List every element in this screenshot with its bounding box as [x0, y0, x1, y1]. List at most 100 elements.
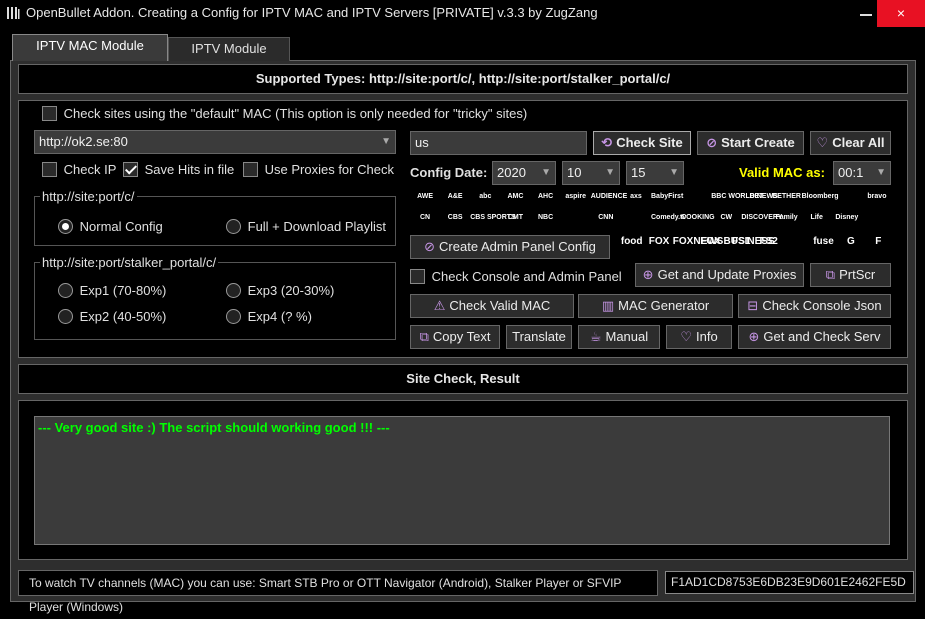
prtscr-button[interactable]: ⧉ PrtScr — [810, 263, 891, 287]
channel-logo: Comedy.tv — [651, 214, 687, 221]
channel-logo: CN — [420, 214, 431, 221]
chevron-down-icon: ▼ — [669, 167, 679, 178]
close-button[interactable]: × — [877, 0, 925, 27]
exp3-radio-dot[interactable] — [226, 283, 241, 298]
channel-logo: A&E — [447, 193, 463, 200]
channel-logo: BabyFirst — [651, 193, 684, 200]
channel-logo: FS1 — [732, 236, 751, 247]
use-proxies-label: Use Proxies for Check — [264, 162, 394, 177]
copy-text-label: Copy Text — [432, 329, 491, 344]
full-download-radio[interactable]: Full + Download Playlist — [226, 219, 386, 234]
channel-logo: COOKING — [681, 214, 715, 221]
chevron-down-icon: ▼ — [541, 167, 551, 178]
day-select[interactable]: 15 ▼ — [626, 161, 684, 185]
create-admin-panel-config-button[interactable]: ⊘ Create Admin Panel Config — [410, 235, 610, 259]
normal-config-label: Normal Config — [79, 219, 163, 234]
exp1-radio-dot[interactable] — [58, 283, 73, 298]
start-create-button[interactable]: ⊘ Start Create — [697, 131, 804, 155]
channel-logo: Bloomberg — [801, 193, 839, 200]
exp2-radio[interactable]: Exp2 (40-50%) — [58, 309, 166, 324]
default-mac-check-box[interactable] — [42, 106, 57, 121]
normal-config-radio[interactable]: Normal Config — [58, 219, 163, 234]
check-site-label: Check Site — [616, 135, 683, 150]
check-console-checkbox[interactable]: Check Console and Admin Panel — [410, 269, 622, 284]
copy-icon: ⧉ — [419, 329, 429, 344]
valid-mac-label: Valid MAC as: — [739, 165, 825, 180]
info-button[interactable]: ♡ Info — [666, 325, 732, 349]
use-proxies-checkbox[interactable]: Use Proxies for Check — [243, 162, 394, 177]
check-valid-mac-label: Check Valid MAC — [449, 298, 551, 313]
valid-mac-select[interactable]: 00:1 ▼ — [833, 161, 891, 185]
minimize-button[interactable] — [856, 8, 876, 22]
channel-logo: BBC WORLD NEWS — [711, 193, 778, 200]
normal-config-radio-dot[interactable] — [58, 219, 73, 234]
tab-iptv-module[interactable]: IPTV Module — [168, 37, 290, 61]
full-download-radio-dot[interactable] — [226, 219, 241, 234]
alarm-light-icon: ⚠ — [433, 298, 446, 313]
check-circle-icon: ⊘ — [706, 135, 718, 150]
prtscr-label: PrtScr — [839, 267, 876, 282]
channel-logo: bravo — [867, 193, 887, 200]
use-proxies-check-box[interactable] — [243, 162, 258, 177]
channel-logo: BET — [749, 193, 764, 200]
save-hits-checkbox[interactable]: Save Hits in file — [123, 162, 234, 177]
group-stalker — [34, 262, 396, 340]
get-check-serv-label: Get and Check Serv — [763, 329, 881, 344]
exp1-radio[interactable]: Exp1 (70-80%) — [58, 283, 166, 298]
channel-logo: FS2 — [759, 236, 778, 247]
channel-logo: CW — [720, 214, 733, 221]
year-select[interactable]: 2020 ▼ — [492, 161, 556, 185]
lock-icon: ⊟ — [747, 298, 759, 313]
channel-logo: AUDIENCE — [590, 193, 628, 200]
supported-types-banner: Supported Types: http://site:port/c/, ht… — [18, 64, 908, 94]
group-c-title: http://site:port/c/ — [40, 189, 137, 204]
exp4-radio-dot[interactable] — [226, 309, 241, 324]
channel-logo: BETHER — [772, 193, 801, 200]
check-ip-checkbox[interactable]: Check IP — [42, 162, 116, 177]
channel-logo: Family — [775, 214, 798, 221]
result-textarea[interactable]: --- Very good site :) The script should … — [34, 416, 890, 545]
month-select[interactable]: 10 ▼ — [562, 161, 620, 185]
clear-all-button[interactable]: ♡ Clear All — [810, 131, 891, 155]
channel-logo: G — [846, 236, 855, 247]
url-combobox[interactable]: http://ok2.se:80 ▼ — [34, 130, 396, 154]
check-valid-mac-button[interactable]: ⚠ Check Valid MAC — [410, 294, 574, 318]
exp3-radio[interactable]: Exp3 (20-30%) — [226, 283, 334, 298]
check-console-check-box[interactable] — [410, 269, 425, 284]
clear-all-label: Clear All — [832, 135, 885, 150]
url-value: http://ok2.se:80 — [39, 134, 128, 149]
footer-info: To watch TV channels (MAC) you can use: … — [18, 570, 658, 614]
plus-circle-icon: ⊕ — [642, 267, 654, 282]
get-update-proxies-button[interactable]: ⊕ Get and Update Proxies — [635, 263, 804, 287]
translate-button[interactable]: Translate — [506, 325, 572, 349]
exp4-radio[interactable]: Exp4 (? %) — [226, 309, 312, 324]
info-label: Info — [695, 329, 718, 344]
mac-generator-button[interactable]: ▥ MAC Generator — [578, 294, 733, 318]
chevron-down-icon: ▼ — [381, 136, 391, 147]
get-update-proxies-label: Get and Update Proxies — [657, 267, 797, 282]
channel-logo: Life — [810, 214, 823, 221]
manual-button[interactable]: ☕ Manual — [578, 325, 660, 349]
site-input[interactable]: us — [410, 131, 587, 155]
day-value: 15 — [631, 165, 646, 180]
hash-field[interactable]: F1AD1CD8753E6DB23E9D601E2462FE5D — [665, 571, 914, 594]
default-mac-checkbox[interactable]: Check sites using the "default" MAC (Thi… — [42, 106, 527, 121]
get-check-serv-button[interactable]: ⊕ Get and Check Serv — [738, 325, 891, 349]
save-hits-check-box[interactable] — [123, 162, 138, 177]
tab-iptv-mac-module[interactable]: IPTV MAC Module — [12, 34, 168, 61]
copy-text-button[interactable]: ⧉ Copy Text — [410, 325, 500, 349]
channel-logo: fuse — [813, 236, 834, 247]
check-console-json-label: Check Console Json — [762, 298, 882, 313]
exp2-radio-dot[interactable] — [58, 309, 73, 324]
check-console-json-button[interactable]: ⊟ Check Console Json — [738, 294, 891, 318]
check-site-button[interactable]: ⟲ Check Site — [593, 131, 691, 155]
check-ip-check-box[interactable] — [42, 162, 57, 177]
mac-generator-label: MAC Generator — [618, 298, 710, 313]
app-icon — [7, 7, 20, 19]
channel-logo: CMT — [507, 214, 524, 221]
refresh-icon: ⟲ — [601, 135, 613, 150]
exp1-label: Exp1 (70-80%) — [79, 283, 167, 298]
channel-logo: axs — [630, 193, 642, 200]
create-admin-label: Create Admin Panel Config — [439, 239, 596, 254]
exp4-label: Exp4 (? %) — [247, 309, 312, 324]
